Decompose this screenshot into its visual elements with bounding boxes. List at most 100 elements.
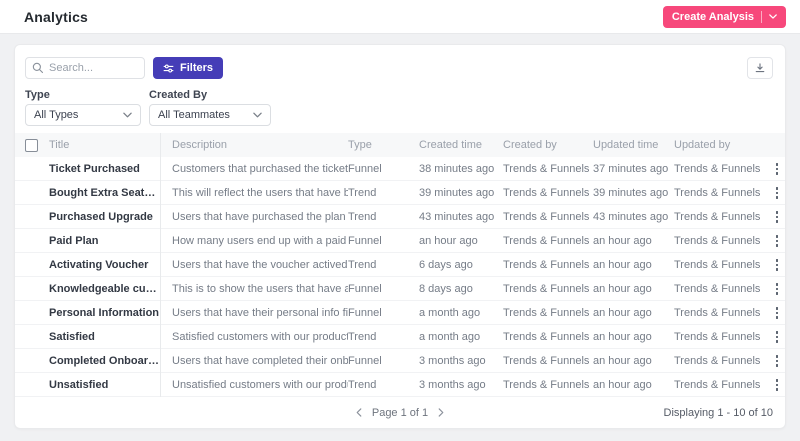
analysis-created-by: Trends & Funnels — [503, 355, 593, 367]
table-row[interactable]: Purchased Upgrade Users that have purcha… — [15, 205, 785, 229]
table-body: Ticket Purchased Customers that purchase… — [15, 157, 785, 397]
kebab-menu-icon[interactable] — [770, 256, 784, 274]
analysis-updated-by: Trends & Funnels — [674, 283, 769, 295]
kebab-menu-icon[interactable] — [770, 184, 784, 202]
create-analysis-button[interactable]: Create Analysis — [663, 6, 786, 28]
analysis-title[interactable]: Purchased Upgrade — [49, 211, 160, 223]
select-all-checkbox[interactable] — [25, 139, 38, 152]
analysis-created-time: a month ago — [419, 307, 503, 319]
chevron-down-icon — [253, 112, 262, 118]
analysis-updated-time: an hour ago — [593, 259, 674, 271]
toolbar: Filters — [15, 45, 785, 79]
analysis-title[interactable]: Activating Voucher — [49, 259, 160, 271]
kebab-menu-icon[interactable] — [770, 376, 784, 394]
analysis-title[interactable]: Satisfied — [49, 331, 160, 343]
column-header-created-time: Created time — [419, 139, 503, 151]
analysis-title[interactable]: Knowledgeable customer — [49, 283, 160, 295]
analysis-created-by: Trends & Funnels — [503, 379, 593, 391]
analysis-updated-time: an hour ago — [593, 283, 674, 295]
analysis-created-time: a month ago — [419, 331, 503, 343]
column-header-updated-by: Updated by — [674, 139, 769, 151]
analysis-created-by: Trends & Funnels — [503, 331, 593, 343]
analysis-updated-time: 39 minutes ago — [593, 187, 674, 199]
table-row[interactable]: Bought Extra Seats on Offer This will re… — [15, 181, 785, 205]
table-row[interactable]: Activating Voucher Users that have the v… — [15, 253, 785, 277]
button-divider — [761, 11, 762, 23]
filter-row: Type All Types Created By All Teammates — [15, 79, 785, 133]
table-row[interactable]: Knowledgeable customer This is to show t… — [15, 277, 785, 301]
analysis-updated-by: Trends & Funnels — [674, 187, 769, 199]
top-bar: Analytics Create Analysis — [0, 0, 800, 34]
analysis-title[interactable]: Personal Information — [49, 307, 160, 319]
filters-button[interactable]: Filters — [153, 57, 223, 79]
chevron-down-icon[interactable] — [769, 14, 777, 19]
analysis-updated-by: Trends & Funnels — [674, 235, 769, 247]
analysis-description: Users that have purchased the plan up... — [160, 205, 348, 229]
analysis-type: Funnel — [348, 235, 419, 247]
analysis-updated-by: Trends & Funnels — [674, 211, 769, 223]
analysis-updated-by: Trends & Funnels — [674, 331, 769, 343]
kebab-menu-icon[interactable] — [770, 352, 784, 370]
created-by-filter-value: All Teammates — [158, 109, 230, 121]
chevron-left-icon[interactable] — [356, 408, 362, 417]
analysis-created-by: Trends & Funnels — [503, 187, 593, 199]
analysis-updated-time: 37 minutes ago — [593, 163, 674, 175]
analysis-updated-by: Trends & Funnels — [674, 355, 769, 367]
analysis-created-time: 6 days ago — [419, 259, 503, 271]
kebab-menu-icon[interactable] — [770, 232, 784, 250]
analysis-created-time: 3 months ago — [419, 355, 503, 367]
kebab-menu-icon[interactable] — [770, 304, 784, 322]
sliders-icon — [163, 63, 174, 74]
analysis-title[interactable]: Unsatisfied — [49, 379, 160, 391]
filters-label: Filters — [180, 62, 213, 74]
kebab-menu-icon[interactable] — [770, 280, 784, 298]
analysis-created-by: Trends & Funnels — [503, 259, 593, 271]
analysis-created-time: 38 minutes ago — [419, 163, 503, 175]
chevron-right-icon[interactable] — [438, 408, 444, 417]
displaying-count: Displaying 1 - 10 of 10 — [664, 407, 773, 419]
analysis-created-by: Trends & Funnels — [503, 235, 593, 247]
kebab-menu-icon[interactable] — [770, 328, 784, 346]
created-by-filter-group: Created By All Teammates — [149, 89, 271, 126]
table-row[interactable]: Ticket Purchased Customers that purchase… — [15, 157, 785, 181]
analysis-type: Funnel — [348, 355, 419, 367]
analysis-title[interactable]: Completed Onboarding — [49, 355, 160, 367]
type-filter-select[interactable]: All Types — [25, 104, 141, 126]
kebab-menu-icon[interactable] — [770, 160, 784, 178]
analysis-updated-time: an hour ago — [593, 307, 674, 319]
table-row[interactable]: Completed Onboarding Users that have com… — [15, 349, 785, 373]
analytics-card: Filters Type All Types Created By All Te… — [14, 44, 786, 429]
analysis-title[interactable]: Paid Plan — [49, 235, 160, 247]
analysis-description: Satisfied customers with our product — [160, 325, 348, 349]
analysis-description: Users that have the voucher actived — [160, 253, 348, 277]
analysis-description: Users that have their personal info fill… — [160, 301, 348, 325]
analysis-created-by: Trends & Funnels — [503, 163, 593, 175]
type-filter-label: Type — [25, 89, 141, 101]
analysis-title[interactable]: Ticket Purchased — [49, 163, 160, 175]
column-header-description: Description — [160, 133, 348, 157]
analysis-type: Trend — [348, 211, 419, 223]
analysis-title[interactable]: Bought Extra Seats on Offer — [49, 187, 160, 199]
page-title: Analytics — [24, 9, 88, 25]
table-row[interactable]: Personal Information Users that have the… — [15, 301, 785, 325]
column-header-created-by: Created by — [503, 139, 593, 151]
analysis-type: Trend — [348, 331, 419, 343]
analysis-created-by: Trends & Funnels — [503, 307, 593, 319]
analysis-description: How many users end up with a paid plan — [160, 229, 348, 253]
created-by-filter-select[interactable]: All Teammates — [149, 104, 271, 126]
page-content: Filters Type All Types Created By All Te… — [0, 34, 800, 441]
table-row[interactable]: Satisfied Satisfied customers with our p… — [15, 325, 785, 349]
chevron-down-icon — [123, 112, 132, 118]
column-header-title: Title — [49, 139, 160, 151]
export-button[interactable] — [747, 57, 773, 79]
table-footer: Page 1 of 1 Displaying 1 - 10 of 10 — [15, 397, 785, 428]
table-row[interactable]: Unsatisfied Unsatisfied customers with o… — [15, 373, 785, 397]
kebab-menu-icon[interactable] — [770, 208, 784, 226]
analysis-updated-by: Trends & Funnels — [674, 163, 769, 175]
analysis-type: Trend — [348, 379, 419, 391]
analysis-created-time: 39 minutes ago — [419, 187, 503, 199]
analysis-created-time: 43 minutes ago — [419, 211, 503, 223]
download-icon — [754, 62, 766, 74]
analysis-type: Funnel — [348, 283, 419, 295]
table-row[interactable]: Paid Plan How many users end up with a p… — [15, 229, 785, 253]
